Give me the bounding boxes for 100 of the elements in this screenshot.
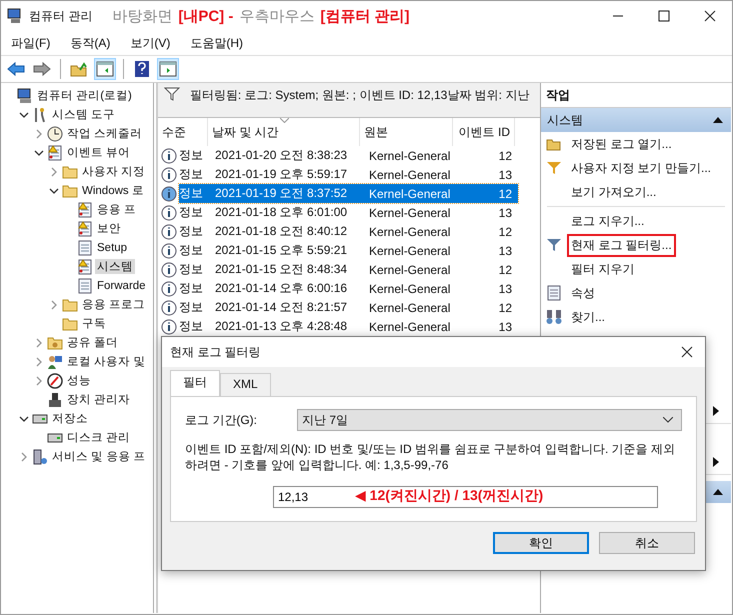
tree-item[interactable]: 시스템 도구	[50, 107, 118, 122]
event-row[interactable]: 정보 2021-01-18 오전 8:40:12 Kernel-General 12	[179, 222, 518, 241]
event-row[interactable]: 정보 2021-01-14 오후 6:00:16 Kernel-General 13	[179, 279, 518, 298]
event-row[interactable]: 정보 2021-01-15 오후 5:59:21 Kernel-General 13	[179, 241, 518, 260]
tree-item[interactable]: 성능	[65, 373, 93, 388]
close-icon[interactable]	[681, 346, 693, 358]
action-link[interactable]: 필터 지우기	[567, 258, 638, 280]
tree-item[interactable]: 로컬 사용자 및	[65, 354, 148, 369]
field-label: 로그 기간(G):	[185, 412, 258, 428]
table-cell-text: 정보	[179, 318, 204, 335]
period-dropdown[interactable]: 지난 7일	[297, 409, 682, 431]
table-cell-text: 정보	[179, 261, 204, 278]
close-icon[interactable]	[704, 10, 716, 22]
section-header[interactable]: 시스템	[541, 108, 731, 132]
event-row[interactable]: 정보 2021-01-15 오전 8:48:34 Kernel-General 12	[179, 260, 518, 279]
action-pane-icon[interactable]	[157, 58, 179, 80]
action-link[interactable]: 현재 로그 필터링...	[567, 234, 676, 256]
column-header[interactable]: 날짜 및 시간	[208, 118, 360, 146]
tab[interactable]: 필터	[170, 370, 220, 396]
tree-item[interactable]: 공유 폴더	[65, 335, 120, 350]
tree-item[interactable]: 구독	[80, 316, 108, 331]
tree-item[interactable]: 응용 프로그	[80, 297, 148, 312]
table-cell-text: 정보	[179, 185, 204, 202]
column-header[interactable]: 이벤트 ID	[453, 118, 515, 146]
table-cell-text: 2021-01-15 오후 5:59:21	[214, 242, 348, 259]
action-link[interactable]: 속성	[567, 282, 599, 304]
info-icon	[161, 186, 177, 202]
chevron-down-icon[interactable]	[19, 110, 29, 120]
tree-item[interactable]: 작업 스케줄러	[65, 126, 144, 141]
table-cell-text: 12	[498, 224, 513, 238]
menu-item[interactable]: 보기(V)	[130, 34, 170, 52]
table-cell-text: 정보	[179, 166, 204, 183]
dialog-button[interactable]: 확인	[493, 532, 589, 554]
menu-item[interactable]: 파일(F)	[11, 34, 50, 52]
menu-item[interactable]: 도움말(H)	[190, 34, 243, 52]
table-cell-text: 2021-01-19 오후 5:59:17	[214, 166, 348, 183]
table-cell-text: Kernel-General	[368, 262, 452, 276]
event-row[interactable]: 정보 2021-01-13 오후 4:28:48 Kernel-General 13	[179, 317, 518, 336]
table-cell-text: Kernel-General	[368, 186, 452, 200]
tree-item[interactable]: 응용 프	[95, 202, 138, 217]
chevron-right-icon[interactable]	[34, 356, 44, 366]
action-link[interactable]: 보기 가져오기...	[567, 180, 660, 204]
chevron-down-icon[interactable]	[19, 414, 29, 424]
action-link[interactable]: 로그 지우기...	[567, 210, 648, 232]
tree-item[interactable]: 사용자 지정	[80, 164, 148, 179]
table-cell-text: 정보	[179, 242, 204, 259]
chevron-down-icon[interactable]	[49, 186, 59, 196]
chevron-right-icon[interactable]	[19, 452, 29, 462]
action-link[interactable]: 찾기...	[567, 306, 610, 328]
dialog-title: 현재 로그 필터링	[170, 344, 261, 360]
event-row[interactable]: 정보 2021-01-19 오후 5:59:17 Kernel-General 13	[179, 165, 518, 184]
table-cell-text: Kernel-General	[368, 168, 452, 182]
table-cell-text: 13	[498, 320, 513, 334]
menu-item[interactable]: 동작(A)	[70, 34, 110, 52]
tree-item[interactable]: 저장소	[50, 411, 90, 426]
chevron-right-icon[interactable]	[34, 128, 44, 138]
column-header[interactable]: 수준	[158, 118, 208, 146]
collapse-icon[interactable]	[713, 117, 723, 123]
action-link[interactable]: 저장된 로그 열기...	[567, 132, 676, 156]
window-title: 컴퓨터 관리	[29, 8, 92, 24]
chevron-right-icon[interactable]	[34, 338, 44, 348]
tree-item[interactable]: 디스크 관리	[65, 430, 132, 445]
event-row[interactable]: 정보 2021-01-19 오전 8:37:52 Kernel-General 12	[179, 184, 518, 203]
properties-icon	[547, 285, 561, 301]
tree-item[interactable]: 서비스 및 응용 프	[50, 449, 148, 464]
event-row[interactable]: 정보 2021-01-20 오전 8:38:23 Kernel-General 12	[179, 146, 518, 165]
annotation-text: 우측마우스	[239, 6, 314, 26]
chevron-down-icon[interactable]	[34, 148, 44, 158]
tree-item[interactable]: 보안	[95, 221, 123, 236]
tree-item[interactable]: 시스템	[95, 259, 135, 274]
tree-item[interactable]: 컴퓨터 관리(로컬)	[35, 88, 134, 103]
table-cell-text: 2021-01-15 오전 8:48:34	[214, 261, 348, 278]
table-cell-text: 2021-01-19 오전 8:37:52	[214, 185, 348, 202]
event-row[interactable]: 정보 2021-01-18 오후 6:01:00 Kernel-General 13	[179, 203, 518, 222]
info-icon	[161, 224, 177, 240]
chevron-right-icon[interactable]	[34, 376, 44, 386]
column-header[interactable]: 원본	[360, 118, 453, 146]
action-link[interactable]: 사용자 지정 보기 만들기...	[567, 156, 716, 180]
clock-icon	[47, 126, 63, 142]
tree-pane-icon[interactable]	[94, 58, 116, 80]
annotation-text: 바탕화면	[112, 6, 172, 26]
tree-item[interactable]: Forwarde	[95, 280, 148, 292]
chevron-right-icon[interactable]	[49, 166, 59, 176]
tree-item[interactable]: 장치 관리자	[65, 392, 132, 407]
tree-item[interactable]: 이벤트 뷰어	[65, 145, 132, 160]
table-cell-text: 2021-01-18 오전 8:40:12	[214, 223, 348, 240]
event-row[interactable]: 정보 2021-01-14 오전 8:21:57 Kernel-General 12	[179, 298, 518, 317]
maximize-icon[interactable]	[658, 10, 670, 22]
collapse-icon[interactable]	[713, 489, 723, 495]
filter-icon	[546, 238, 562, 252]
submenu-arrow-icon[interactable]	[713, 457, 719, 467]
tree-item[interactable]: Windows 로	[80, 183, 146, 198]
table-cell-text: 정보	[179, 223, 204, 240]
submenu-arrow-icon[interactable]	[713, 406, 719, 416]
chevron-right-icon[interactable]	[49, 300, 59, 310]
tree-item[interactable]: Setup	[95, 242, 130, 254]
dialog-button[interactable]: 취소	[599, 532, 695, 554]
gauge-icon	[47, 372, 63, 388]
table-cell-text: 2021-01-14 오전 8:21:57	[214, 299, 348, 316]
tab[interactable]: XML	[220, 373, 271, 396]
